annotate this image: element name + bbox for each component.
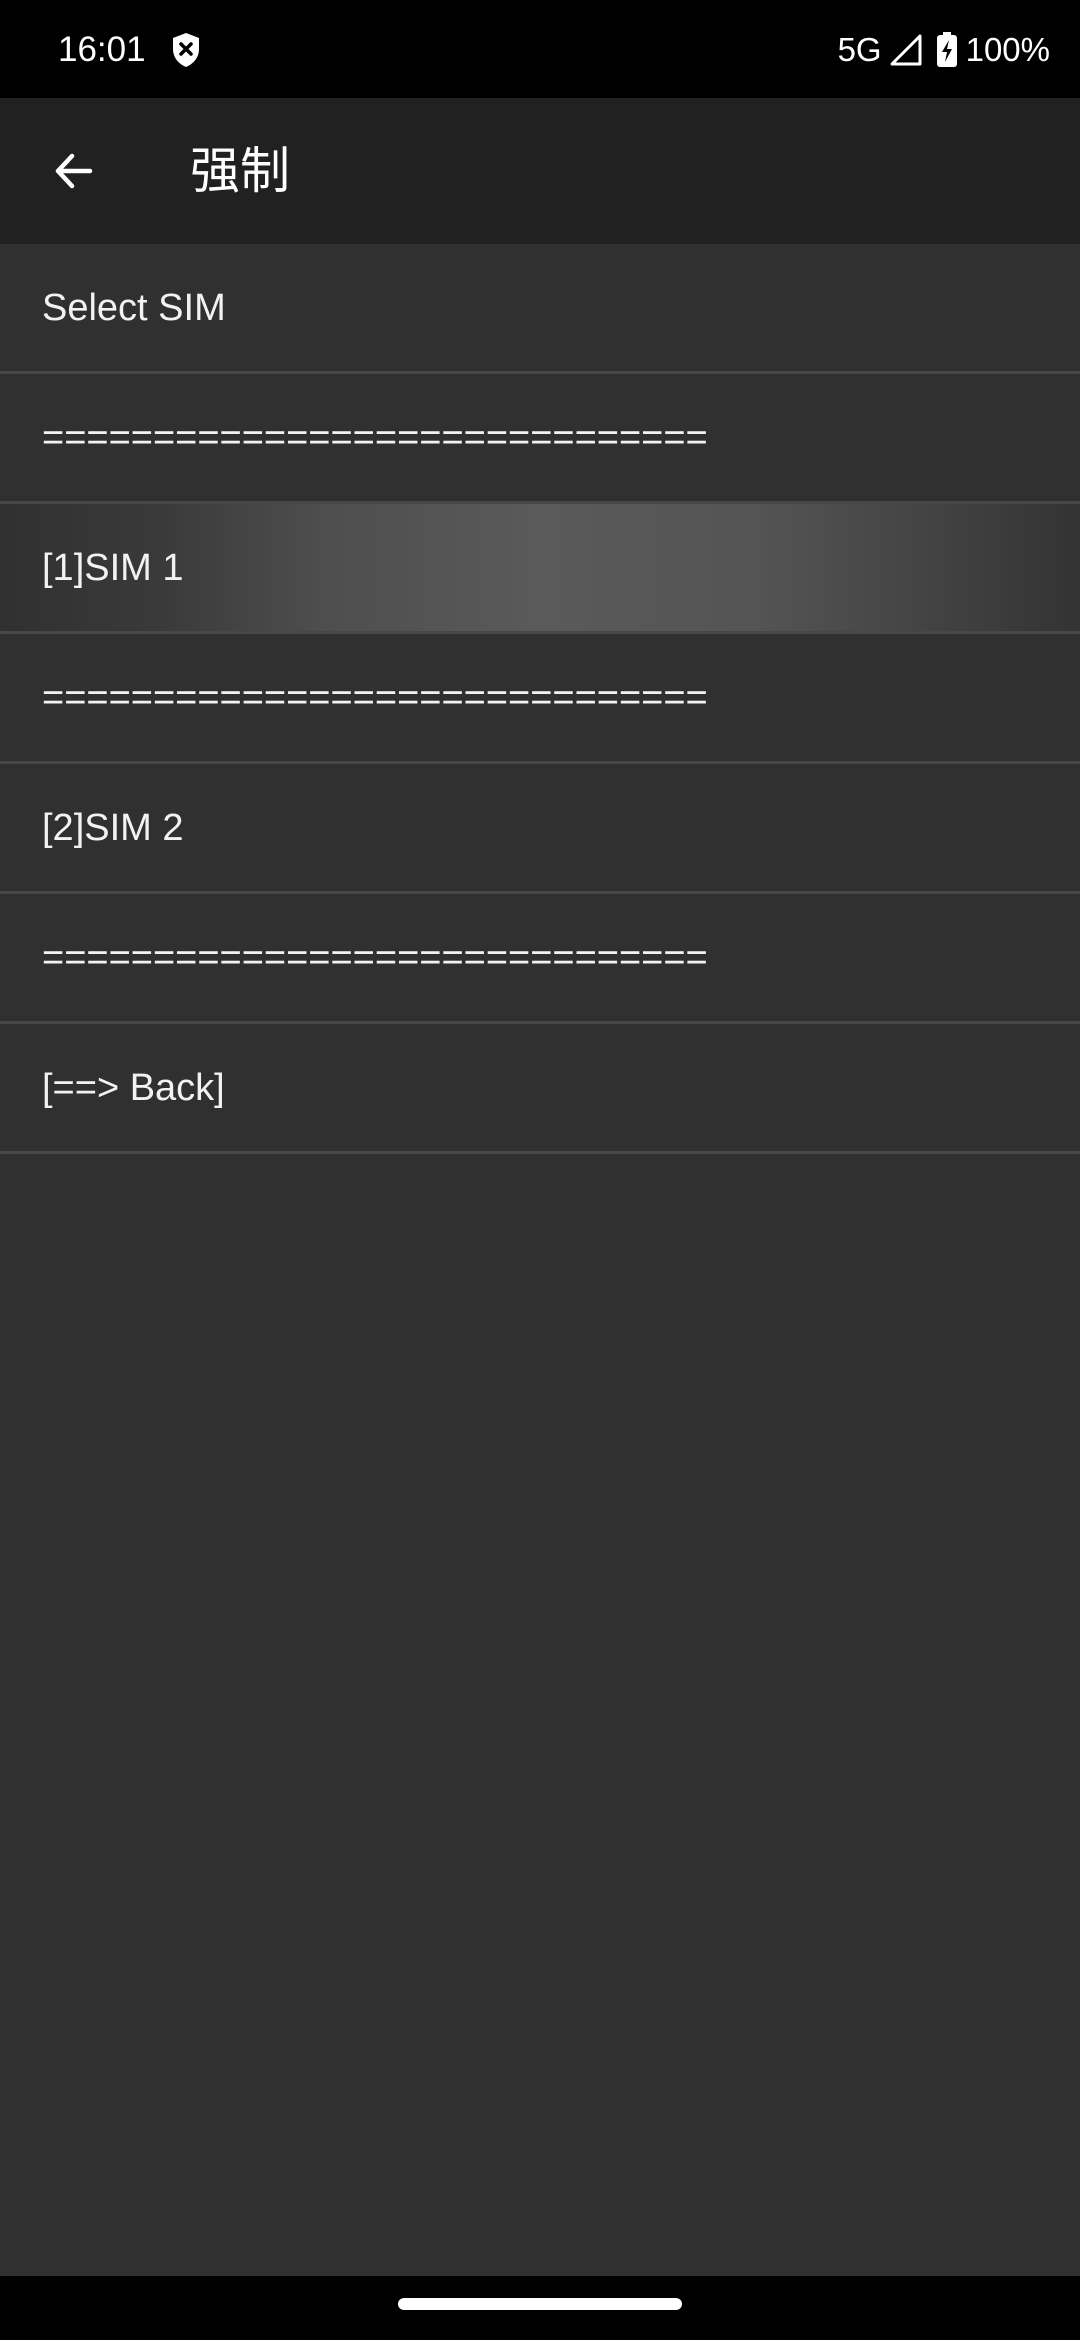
menu-item-label: [==> Back]	[42, 1066, 225, 1109]
battery-percent: 100%	[965, 31, 1050, 68]
battery-charging-icon	[936, 32, 957, 67]
arrow-left-icon	[55, 153, 93, 189]
status-bar: 16:01 5G 100%	[0, 0, 1080, 98]
menu-item-label: ==============================	[42, 936, 708, 979]
screen: 16:01 5G 100% 强制 Select SIM ============…	[0, 0, 1080, 2340]
back-button[interactable]	[36, 133, 112, 209]
signal-icon	[890, 34, 922, 66]
menu-item-label: [2]SIM 2	[42, 806, 184, 849]
home-gesture-handle[interactable]	[398, 2298, 682, 2310]
status-time: 16:01	[58, 30, 146, 69]
menu-item-separator[interactable]: ==============================	[0, 634, 1080, 764]
menu-item-back[interactable]: [==> Back]	[0, 1024, 1080, 1154]
app-bar: 强制	[0, 98, 1080, 244]
navigation-bar	[0, 2276, 1080, 2340]
menu-item-separator[interactable]: ==============================	[0, 374, 1080, 504]
menu-item-label: [1]SIM 1	[42, 546, 184, 589]
menu-item-label: Select SIM	[42, 286, 226, 329]
network-type: 5G	[837, 31, 882, 68]
menu-item-sim-2[interactable]: [2]SIM 2	[0, 764, 1080, 894]
menu-item-select-sim[interactable]: Select SIM	[0, 244, 1080, 374]
menu-item-separator[interactable]: ==============================	[0, 894, 1080, 1024]
menu-list: Select SIM =============================…	[0, 244, 1080, 1154]
menu-item-label: ==============================	[42, 676, 708, 719]
status-icons: 5G 100%	[838, 28, 1050, 72]
shield-icon	[173, 33, 199, 67]
menu-item-sim-1[interactable]: [1]SIM 1	[0, 504, 1080, 634]
menu-item-label: ==============================	[42, 416, 708, 459]
page-title: 强制	[190, 142, 290, 200]
